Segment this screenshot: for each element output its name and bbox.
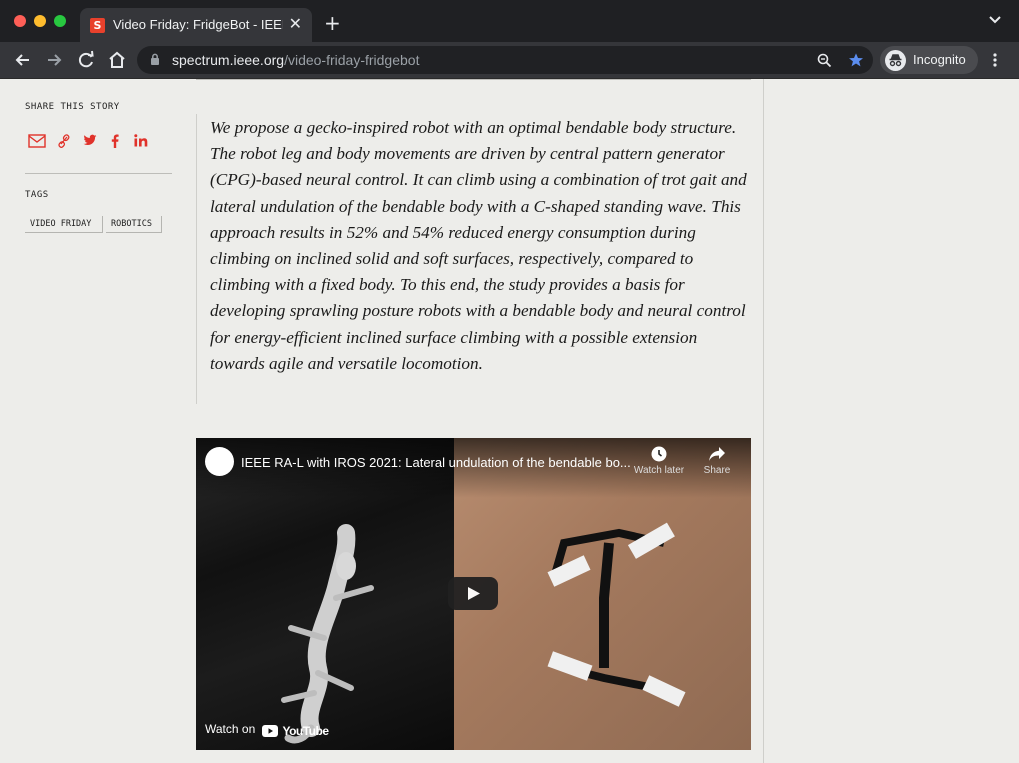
- incognito-indicator[interactable]: Incognito: [880, 46, 978, 74]
- play-icon: [468, 587, 480, 600]
- tag-robotics[interactable]: ROBOTICS: [106, 216, 162, 233]
- back-arrow-icon[interactable]: [12, 49, 34, 71]
- tags-label: TAGS: [25, 190, 49, 200]
- minimize-window-button[interactable]: [34, 15, 46, 27]
- twitter-icon[interactable]: [83, 134, 97, 147]
- share-label: Share: [703, 465, 731, 476]
- linkedin-icon[interactable]: [134, 134, 148, 147]
- home-icon[interactable]: [106, 49, 128, 71]
- browser-tab[interactable]: S Video Friday: FridgeBot - IEEE Spectru…: [80, 8, 312, 42]
- zoom-icon[interactable]: [817, 53, 832, 68]
- channel-avatar[interactable]: [205, 447, 234, 476]
- tab-search-chevron-icon[interactable]: [988, 15, 1002, 25]
- link-icon[interactable]: [58, 134, 70, 148]
- divider: [25, 173, 172, 174]
- maximize-window-button[interactable]: [54, 15, 66, 27]
- url-text: spectrum.ieee.org/video-friday-fridgebot: [172, 52, 420, 68]
- bookmark-star-icon[interactable]: [848, 52, 864, 68]
- reload-icon[interactable]: [75, 49, 97, 71]
- clock-icon: [651, 446, 667, 462]
- address-bar[interactable]: spectrum.ieee.org/video-friday-fridgebot: [137, 46, 873, 74]
- watch-on-label[interactable]: Watch on: [205, 722, 255, 736]
- favicon-icon: S: [90, 18, 105, 33]
- share-arrow-icon: [709, 447, 725, 461]
- play-button[interactable]: [448, 577, 498, 610]
- article-blockquote: We propose a gecko-inspired robot with a…: [210, 118, 747, 373]
- lock-icon[interactable]: [150, 53, 160, 66]
- web-page: SHARE THIS STORY TAGS VIDEO FRIDAY ROBOT…: [0, 79, 1019, 763]
- blockquote-rule: [196, 114, 197, 404]
- tag-video-friday[interactable]: VIDEO FRIDAY: [25, 216, 103, 233]
- video-title[interactable]: IEEE RA-L with IROS 2021: Lateral undula…: [241, 455, 631, 470]
- tab-strip: S Video Friday: FridgeBot - IEEE Spectru…: [0, 0, 1019, 42]
- tab-title: Video Friday: FridgeBot - IEEE Spectrum: [113, 17, 283, 32]
- forward-arrow-icon[interactable]: [43, 49, 65, 71]
- new-tab-button[interactable]: +: [324, 11, 341, 35]
- share-label: SHARE THIS STORY: [25, 102, 120, 112]
- share-button[interactable]: Share: [687, 446, 747, 476]
- browser-menu-icon[interactable]: [992, 52, 998, 68]
- youtube-embed[interactable]: IEEE RA-L with IROS 2021: Lateral undula…: [196, 438, 751, 750]
- watch-later-button[interactable]: Watch later: [629, 446, 689, 476]
- divider: [196, 79, 751, 80]
- youtube-icon: [262, 724, 278, 737]
- youtube-wordmark: YouTube: [282, 723, 329, 738]
- youtube-logo[interactable]: YouTube: [262, 722, 329, 740]
- browser-toolbar: spectrum.ieee.org/video-friday-fridgebot…: [0, 42, 1019, 79]
- tab-close-icon[interactable]: ✕: [289, 14, 302, 33]
- email-icon[interactable]: [28, 134, 46, 148]
- facebook-icon[interactable]: [111, 134, 119, 148]
- incognito-icon: [885, 50, 906, 71]
- close-window-button[interactable]: [14, 15, 26, 27]
- watch-later-label: Watch later: [633, 465, 685, 476]
- incognito-label: Incognito: [913, 52, 966, 67]
- divider: [763, 79, 764, 763]
